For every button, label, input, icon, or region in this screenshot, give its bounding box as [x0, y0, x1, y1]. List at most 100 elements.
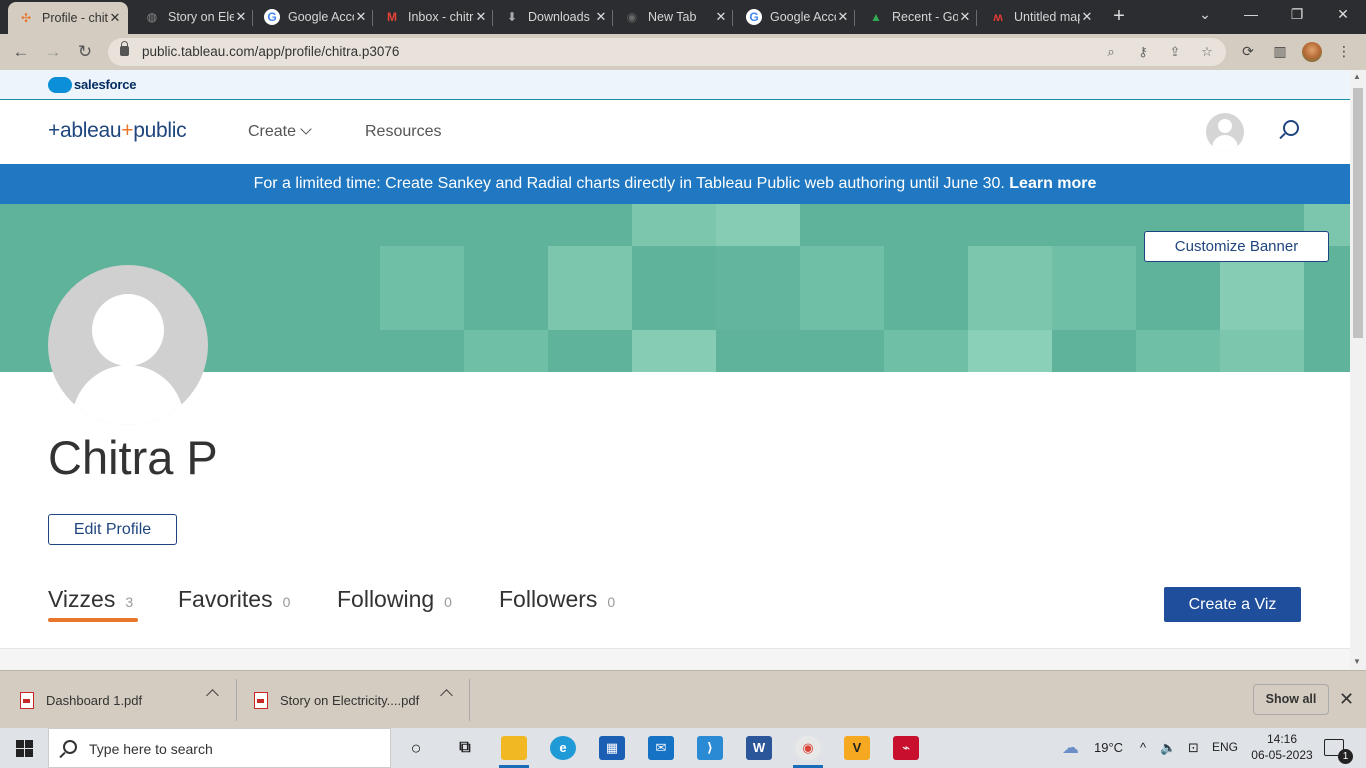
tab-story[interactable]: ◍ Story on Electricity ✕: [134, 4, 254, 30]
edit-profile-button[interactable]: Edit Profile: [48, 514, 177, 545]
tab-following[interactable]: Following 0: [337, 586, 452, 613]
drive-icon: ▲: [870, 10, 882, 24]
nav-create[interactable]: Create: [248, 123, 312, 141]
extension-icon[interactable]: ⟳: [1238, 43, 1258, 61]
taskbar-search-box[interactable]: Type here to search: [48, 728, 391, 768]
pdf-icon: [20, 691, 34, 709]
downloads-bar: Dashboard 1.pdf Story on Electricity....…: [0, 670, 1366, 728]
restore-icon[interactable]: ❐: [1282, 6, 1312, 23]
cortana-icon[interactable]: ○: [403, 736, 429, 760]
word-icon[interactable]: W: [746, 736, 772, 760]
acrobat-icon[interactable]: ⌁: [893, 736, 919, 760]
back-icon[interactable]: ←: [10, 42, 32, 62]
tableau-public-logo[interactable]: +ableau+public: [48, 119, 187, 143]
tab-google-account-2[interactable]: G Google Account ✕: [736, 4, 856, 30]
close-tab-icon[interactable]: ✕: [474, 9, 488, 25]
tab-vizzes[interactable]: Vizzes 3: [48, 586, 133, 613]
forward-icon[interactable]: →: [42, 42, 64, 62]
profile-avatar[interactable]: [48, 265, 208, 425]
tab-followers[interactable]: Followers 0: [499, 586, 615, 613]
profile-name: Chitra P: [48, 431, 218, 484]
minimize-icon[interactable]: —: [1236, 6, 1266, 22]
weather-temp[interactable]: 19°C: [1094, 740, 1123, 755]
browser-tab-bar: ✣ Profile - chitra ✕ ◍ Story on Electric…: [0, 0, 1366, 34]
clock[interactable]: 14:16 06-05-2023: [1250, 731, 1314, 763]
globe-icon: ◍: [146, 10, 158, 24]
key-icon[interactable]: ⚷: [1134, 44, 1152, 60]
scroll-up-icon[interactable]: ▲: [1353, 72, 1361, 81]
side-panel-icon[interactable]: ▥: [1270, 43, 1290, 61]
share-icon[interactable]: ⇪: [1166, 44, 1184, 60]
windows-start-icon[interactable]: [16, 740, 33, 757]
bookmark-star-icon[interactable]: ☆: [1198, 44, 1216, 60]
tab-untitled-map[interactable]: ʍ Untitled map ✕: [980, 4, 1100, 30]
notification-center-icon[interactable]: 1: [1324, 739, 1353, 764]
close-tab-icon[interactable]: ✕: [836, 9, 850, 25]
gmail-icon: M: [387, 10, 397, 24]
new-tab-button[interactable]: +: [1106, 6, 1132, 28]
show-all-button[interactable]: Show all: [1253, 684, 1329, 715]
google-icon: G: [746, 9, 762, 25]
close-icon[interactable]: ✕: [1339, 689, 1354, 710]
browser-profile-avatar[interactable]: [1302, 42, 1322, 62]
tab-favorites[interactable]: Favorites 0: [178, 586, 290, 613]
close-tab-icon[interactable]: ✕: [714, 9, 728, 25]
user-avatar-icon[interactable]: [1206, 113, 1244, 151]
tab-drive[interactable]: ▲ Recent - Google Drive ✕: [858, 4, 978, 30]
download-item[interactable]: Dashboard 1.pdf: [20, 679, 142, 721]
close-tab-icon[interactable]: ✕: [108, 10, 122, 26]
tab-downloads[interactable]: ⬇ Downloads ✕: [494, 4, 614, 30]
mail-icon[interactable]: ✉: [648, 736, 674, 760]
edge-icon[interactable]: e: [550, 736, 576, 760]
volume-icon[interactable]: 🔈: [1160, 740, 1176, 756]
reload-icon[interactable]: ↻: [74, 42, 96, 62]
close-window-icon[interactable]: ✕: [1328, 6, 1358, 23]
scrollbar-thumb[interactable]: [1353, 88, 1363, 338]
tab-inbox[interactable]: M Inbox - chitra ✕: [374, 4, 494, 30]
store-icon[interactable]: ▦: [599, 736, 625, 760]
kebab-menu-icon[interactable]: ⋮: [1334, 43, 1354, 61]
create-viz-button[interactable]: Create a Viz: [1164, 587, 1301, 622]
tab-search-chevron-icon[interactable]: ⌄: [1190, 6, 1220, 23]
chevron-up-icon[interactable]: [440, 689, 453, 702]
file-explorer-icon[interactable]: [501, 736, 527, 760]
content-divider: [0, 648, 1350, 670]
salesforce-cloud-icon: [48, 77, 72, 93]
download-item[interactable]: Story on Electricity....pdf: [254, 679, 419, 721]
address-bar[interactable]: public.tableau.com/app/profile/chitra.p3…: [108, 38, 1226, 66]
page-scrollbar[interactable]: ▲ ▼: [1350, 70, 1366, 670]
nav-resources[interactable]: Resources: [365, 123, 441, 141]
tableau-app-icon[interactable]: V: [844, 736, 870, 760]
url-text[interactable]: public.tableau.com/app/profile/chitra.p3…: [142, 44, 399, 59]
tab-google-account[interactable]: G Google Account ✕: [254, 4, 374, 30]
search-icon[interactable]: ⌕: [1102, 44, 1120, 60]
windows-taskbar: Type here to search ○ ⧉ e ▦ ✉ ⟩ W ◉ V ⌁ …: [0, 728, 1366, 768]
chrome-icon: ◉: [626, 10, 638, 24]
weather-icon[interactable]: ☁: [1062, 738, 1079, 758]
close-tab-icon[interactable]: ✕: [354, 9, 368, 25]
tableau-icon: ✣: [20, 11, 32, 25]
close-tab-icon[interactable]: ✕: [1080, 9, 1094, 25]
tab-new-tab[interactable]: ◉ New Tab ✕: [614, 4, 734, 30]
tray-chevron-icon[interactable]: ^: [1140, 740, 1146, 755]
lock-icon[interactable]: [120, 41, 129, 56]
language-indicator[interactable]: ENG: [1212, 740, 1238, 754]
chrome-icon[interactable]: ◉: [795, 736, 821, 760]
search-icon[interactable]: [1278, 120, 1300, 142]
network-icon[interactable]: ⊡: [1188, 740, 1199, 756]
scroll-down-icon[interactable]: ▼: [1353, 657, 1361, 666]
active-tab-indicator: [48, 618, 138, 622]
salesforce-label[interactable]: salesforce: [74, 77, 137, 92]
tab-profile[interactable]: ✣ Profile - chitra ✕: [8, 2, 128, 34]
search-icon: [63, 740, 77, 754]
customize-banner-button[interactable]: Customize Banner: [1144, 231, 1329, 262]
pdf-icon: [254, 691, 268, 709]
chevron-up-icon[interactable]: [206, 689, 219, 702]
close-tab-icon[interactable]: ✕: [594, 9, 608, 25]
task-view-icon[interactable]: ⧉: [452, 736, 478, 760]
vscode-icon[interactable]: ⟩: [697, 736, 723, 760]
close-tab-icon[interactable]: ✕: [234, 9, 248, 25]
download-icon: ⬇: [506, 10, 518, 24]
close-tab-icon[interactable]: ✕: [958, 9, 972, 25]
learn-more-link[interactable]: Learn more: [1009, 175, 1096, 192]
